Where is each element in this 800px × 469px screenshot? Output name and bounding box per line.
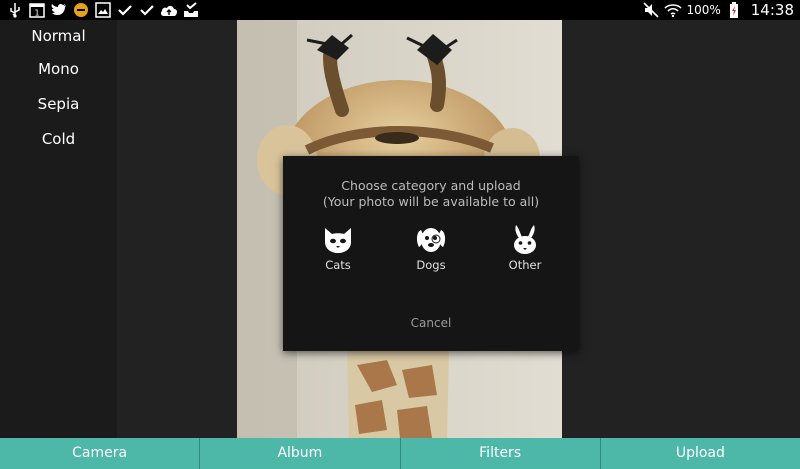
filter-sidebar: Normal Mono Sepia Cold — [0, 20, 117, 438]
upload-category-dialog: Choose category and upload (Your photo w… — [283, 156, 579, 351]
svg-text:1: 1 — [34, 9, 39, 18]
calendar-icon: 1 — [28, 1, 46, 19]
dialog-title: Choose category and upload (Your photo w… — [283, 178, 579, 210]
system-indicators: 100% 14:38 — [642, 0, 794, 20]
status-bar: 1 100% 14:38 — [0, 0, 800, 20]
cat-icon — [321, 222, 355, 256]
album-button[interactable]: Album — [200, 438, 401, 469]
cancel-button[interactable]: Cancel — [283, 316, 579, 330]
clock: 14:38 — [750, 1, 794, 19]
cloud-upload-icon — [160, 1, 178, 19]
rabbit-icon — [508, 222, 542, 256]
category-dogs-label: Dogs — [416, 258, 446, 272]
dialog-title-line2: (Your photo will be available to all) — [322, 194, 540, 209]
category-cats-label: Cats — [325, 258, 351, 272]
category-cats-button[interactable]: Cats — [303, 222, 373, 272]
filter-mono[interactable]: Mono — [0, 52, 117, 87]
wifi-icon — [664, 1, 683, 19]
check-icon — [116, 1, 134, 19]
dialog-title-line1: Choose category and upload — [341, 178, 521, 193]
bottom-action-bar: Camera Album Filters Upload — [0, 438, 800, 469]
filter-normal[interactable]: Normal — [0, 20, 117, 52]
category-other-button[interactable]: Other — [490, 222, 560, 272]
upload-button[interactable]: Upload — [601, 438, 800, 469]
inbox-check-icon — [182, 1, 200, 19]
check-icon — [138, 1, 156, 19]
filters-button[interactable]: Filters — [401, 438, 601, 469]
usb-icon — [6, 1, 24, 19]
notification-icons: 1 — [6, 1, 200, 19]
battery-charging-icon — [725, 1, 743, 19]
dog-icon — [414, 222, 448, 256]
category-dogs-button[interactable]: Dogs — [396, 222, 466, 272]
camera-button[interactable]: Camera — [0, 438, 201, 469]
do-not-disturb-icon — [72, 1, 90, 19]
gallery-icon — [94, 1, 112, 19]
battery-percentage: 100% — [686, 3, 721, 17]
mute-icon — [642, 1, 660, 19]
category-other-label: Other — [508, 258, 542, 272]
twitter-icon — [50, 1, 68, 19]
filter-cold[interactable]: Cold — [0, 122, 117, 157]
filter-sepia[interactable]: Sepia — [0, 87, 117, 122]
preview-area: Choose category and upload (Your photo w… — [117, 20, 800, 438]
